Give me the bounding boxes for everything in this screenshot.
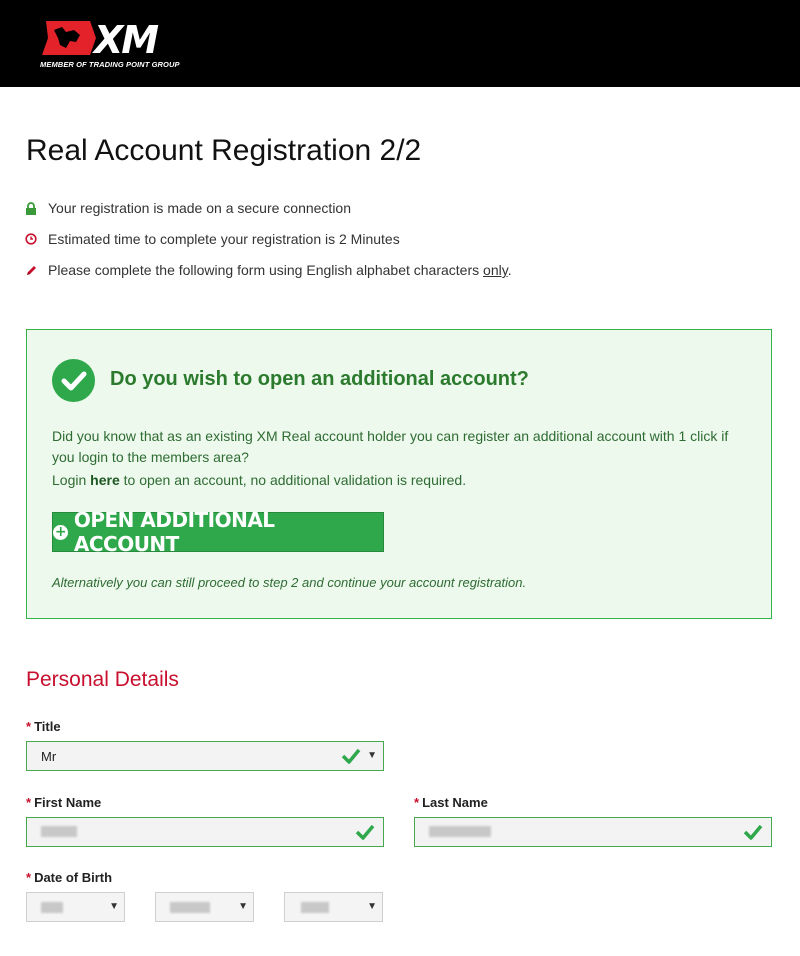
title-select[interactable]: Mr ▼ (26, 741, 384, 771)
title-select-value: Mr (41, 748, 57, 764)
promo-description: Did you know that as an existing XM Real… (52, 428, 729, 465)
promo-login-line: Login here to open an account, no additi… (52, 472, 467, 488)
dob-month-redacted (170, 902, 210, 913)
button-label: OPEN ADDITIONAL ACCOUNT (73, 508, 275, 556)
chevron-down-icon: ▼ (238, 901, 248, 912)
login-here-link[interactable]: here (90, 472, 120, 488)
valid-check-icon (743, 823, 763, 846)
valid-check-icon (355, 823, 375, 846)
top-header: XM MEMBER OF TRADING POINT GROUP (0, 0, 800, 87)
promo-alternative-text: Alternatively you can still proceed to s… (52, 575, 527, 590)
xm-logo-mark: XM (42, 18, 161, 58)
first-name-label: * First Name (26, 795, 102, 810)
clock-icon (24, 232, 38, 246)
note-secure-connection: Your registration is made on a secure co… (24, 198, 624, 218)
personal-details-title: Personal Details (26, 668, 179, 691)
chevron-down-icon: ▼ (367, 750, 377, 761)
date-of-birth-label: * Date of Birth (26, 870, 113, 885)
title-label: * Title (26, 719, 61, 734)
dob-year-select[interactable]: ▼ (284, 892, 383, 922)
last-name-label: * Last Name (414, 795, 488, 810)
note-text: Estimated time to complete your registra… (48, 231, 400, 247)
note-english-characters: Please complete the following form using… (24, 260, 624, 280)
last-name-redacted (415, 825, 491, 840)
valid-check-icon (341, 747, 361, 770)
first-name-redacted (27, 825, 77, 840)
note-estimated-time: Estimated time to complete your registra… (24, 229, 624, 249)
chevron-down-icon: ▼ (367, 901, 377, 912)
open-additional-account-button[interactable]: + OPEN ADDITIONAL ACCOUNT (52, 508, 384, 556)
plus-circle-icon: + (53, 523, 68, 540)
logo-tagline: MEMBER OF TRADING POINT GROUP (40, 60, 180, 69)
promo-title: Do you wish to open an additional accoun… (110, 368, 529, 390)
pencil-icon (24, 263, 38, 277)
note-text: Please complete the following form using… (48, 262, 512, 278)
additional-account-promo: Do you wish to open an additional accoun… (26, 329, 772, 619)
page-title: Real Account Registration 2/2 (26, 134, 422, 167)
chevron-down-icon: ▼ (109, 901, 119, 912)
dob-year-redacted (301, 902, 329, 913)
last-name-input[interactable] (414, 817, 772, 847)
xm-logo[interactable]: XM MEMBER OF TRADING POINT GROUP (40, 18, 182, 70)
dob-month-select[interactable]: ▼ (155, 892, 254, 922)
checkmark-circle-icon (52, 359, 95, 402)
emphasis-only: only (483, 262, 508, 278)
dob-day-redacted (41, 902, 63, 913)
lock-icon (24, 201, 38, 215)
note-text: Your registration is made on a secure co… (48, 200, 351, 216)
svg-text:XM: XM (92, 18, 159, 58)
first-name-input[interactable] (26, 817, 384, 847)
dob-day-select[interactable]: ▼ (26, 892, 125, 922)
